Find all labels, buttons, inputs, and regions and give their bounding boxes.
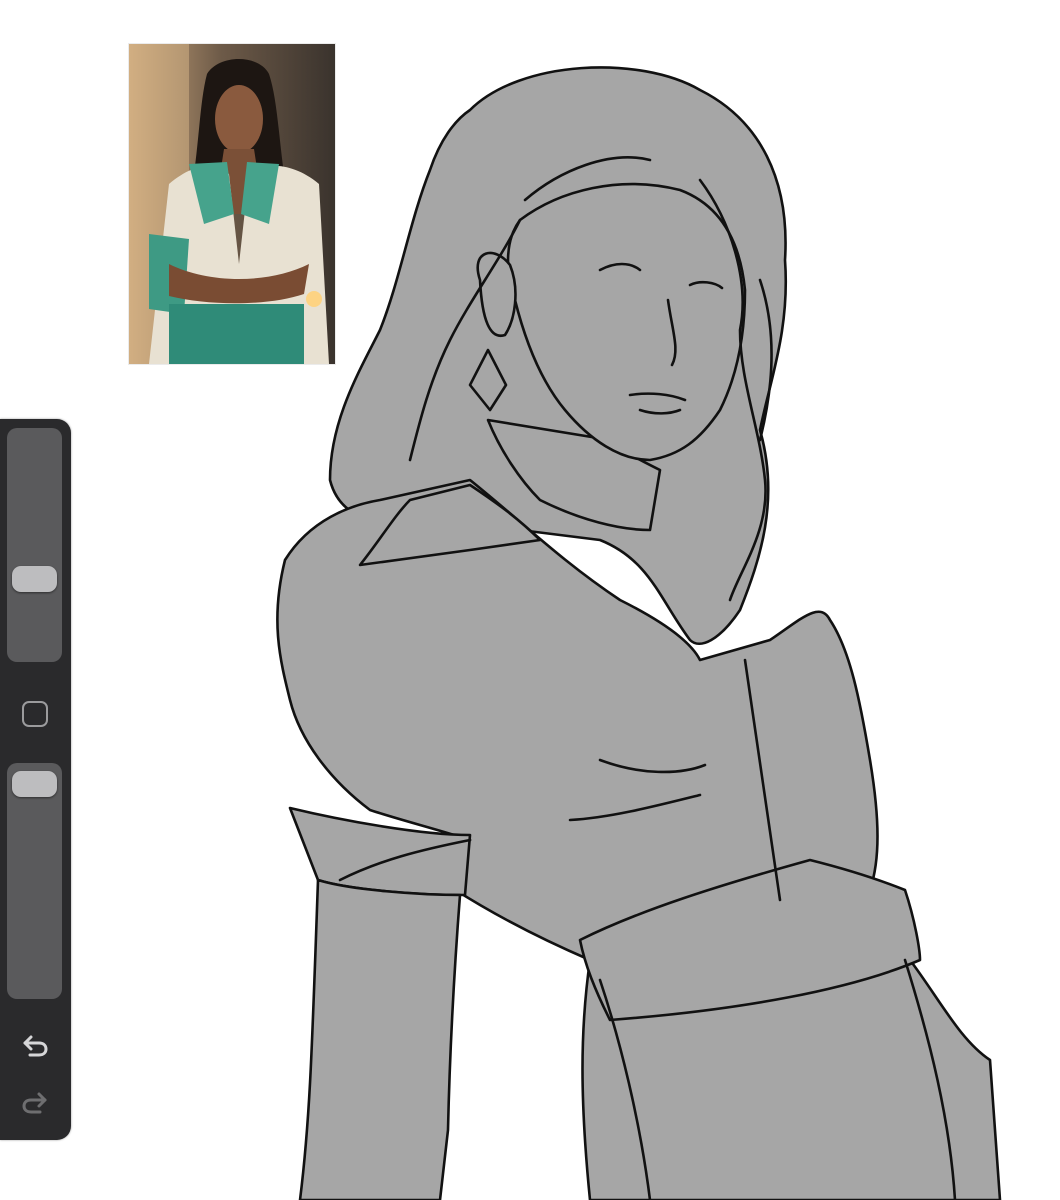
brush-size-slider-thumb[interactable] <box>12 566 57 592</box>
opacity-slider[interactable] <box>7 763 62 999</box>
undo-button[interactable] <box>17 1030 53 1062</box>
reference-photo[interactable] <box>129 44 335 364</box>
redo-button[interactable] <box>17 1087 53 1119</box>
opacity-slider-thumb[interactable] <box>12 771 57 798</box>
undo-arrow-icon <box>23 1035 48 1057</box>
modify-button[interactable] <box>19 698 50 729</box>
reference-photo-icon <box>129 44 335 364</box>
square-icon <box>21 700 48 727</box>
forearm <box>298 878 462 1200</box>
brush-sidebar <box>0 419 71 1140</box>
redo-arrow-icon <box>22 1092 47 1114</box>
brush-size-slider[interactable] <box>7 428 62 662</box>
